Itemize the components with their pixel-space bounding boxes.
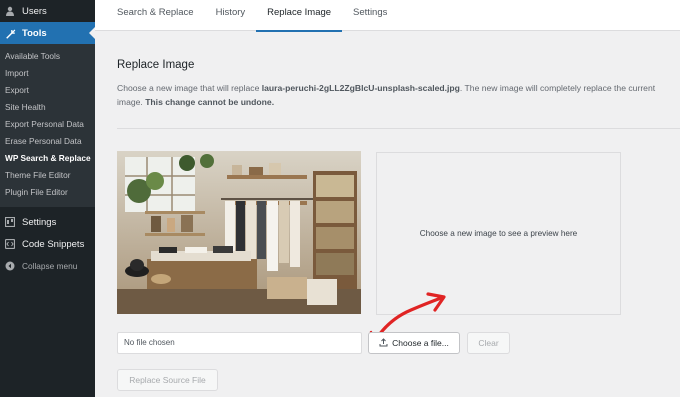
submenu-import[interactable]: Import <box>0 65 95 82</box>
source-image <box>117 151 361 314</box>
clear-button[interactable]: Clear <box>467 332 510 354</box>
tab-search-replace[interactable]: Search & Replace <box>95 0 205 31</box>
menu-item-tools-label: Tools <box>22 27 47 39</box>
wrench-icon <box>4 27 16 39</box>
menu-item-settings-label: Settings <box>22 216 57 228</box>
choose-file-button[interactable]: Choose a file... <box>368 332 460 354</box>
plugin-tabs: Search & Replace History Replace Image S… <box>95 0 680 32</box>
menu-item-tools[interactable]: Tools <box>0 22 95 44</box>
submenu-plugin-file-editor[interactable]: Plugin File Editor <box>0 184 95 201</box>
replace-source-file-button[interactable]: Replace Source File <box>117 369 218 391</box>
tab-history[interactable]: History <box>205 0 257 31</box>
submenu-export[interactable]: Export <box>0 82 95 99</box>
submenu-wp-search-replace[interactable]: WP Search & Replace <box>0 150 95 167</box>
submenu-export-personal-data[interactable]: Export Personal Data <box>0 116 95 133</box>
settings-icon <box>4 216 16 228</box>
tools-submenu: Available Tools Import Export Site Healt… <box>0 44 95 207</box>
source-filename: laura-peruchi-2gLL2ZgBlcU-unsplash-scale… <box>261 83 460 93</box>
choose-file-label: Choose a file... <box>392 338 449 348</box>
menu-item-code-snippets[interactable]: Code Snippets <box>0 233 95 255</box>
code-icon <box>4 238 16 250</box>
tab-replace-image[interactable]: Replace Image <box>256 0 342 32</box>
file-name-field[interactable]: No file chosen <box>117 332 362 354</box>
menu-item-settings[interactable]: Settings <box>0 211 95 233</box>
menu-item-users[interactable]: Users <box>0 0 95 22</box>
undo-warning: This change cannot be undone. <box>145 97 275 107</box>
submenu-available-tools[interactable]: Available Tools <box>0 48 95 65</box>
page-title: Replace Image <box>117 59 195 71</box>
user-icon <box>4 5 16 17</box>
admin-sidebar: Users Tools Available Tools Import Expor… <box>0 0 95 397</box>
collapse-menu-button[interactable]: Collapse menu <box>0 255 95 277</box>
main-content: Replace Image Choose a new image that wi… <box>95 31 680 397</box>
submenu-theme-file-editor[interactable]: Theme File Editor <box>0 167 95 184</box>
desc-prefix: Choose a new image that will replace <box>117 83 262 93</box>
submenu-erase-personal-data[interactable]: Erase Personal Data <box>0 133 95 150</box>
upload-icon <box>379 337 388 349</box>
submenu-site-health[interactable]: Site Health <box>0 99 95 116</box>
tab-settings[interactable]: Settings <box>342 0 398 31</box>
menu-item-users-label: Users <box>22 5 47 17</box>
collapse-arrow-icon <box>4 260 16 272</box>
menu-item-code-snippets-label: Code Snippets <box>22 238 85 250</box>
page-description: Choose a new image that will replace lau… <box>117 81 677 109</box>
collapse-menu-label: Collapse menu <box>22 261 78 271</box>
preview-placeholder-text: Choose a new image to see a preview here <box>419 229 578 238</box>
section-divider <box>117 128 680 129</box>
